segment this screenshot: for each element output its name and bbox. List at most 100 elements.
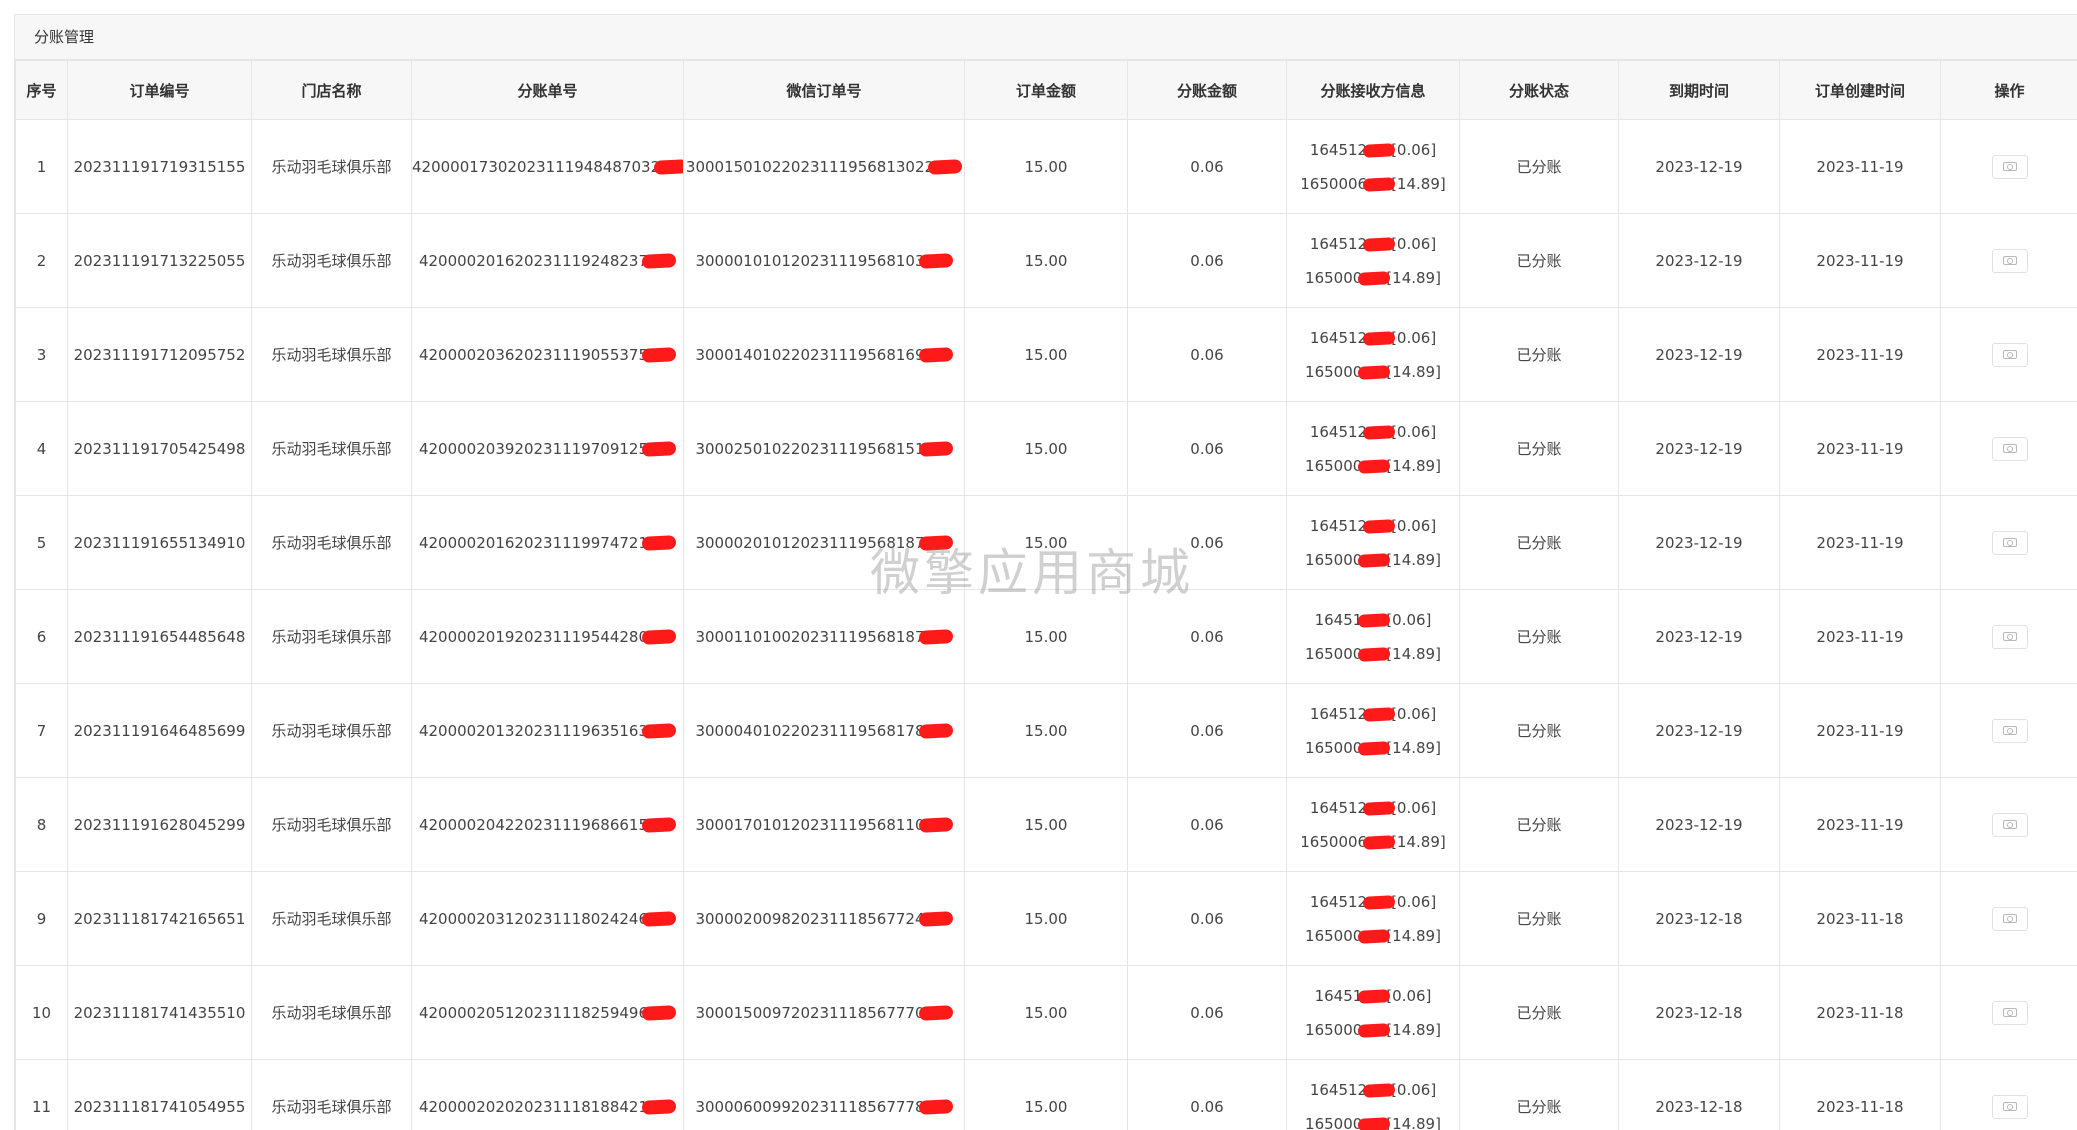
receiver-1-amount: [0.06] [1391,892,1437,911]
cell-receiver-info: 164512 [0.06] 165000 [14.89] [1286,401,1460,496]
receiver-2-id: 165000 [1305,738,1363,757]
receiver-1-amount: [0.06] [1391,140,1437,159]
cell-receiver-info: 164512 [0.06] 165000 [14.89] [1286,871,1460,966]
view-button[interactable] [1991,436,2028,461]
receiver-2-amount: [14.89] [1386,362,1441,381]
receiver-2-id: 165000 [1305,1114,1363,1130]
cell-order-no: 202311191646485699 [67,683,252,778]
view-button[interactable] [1991,248,2028,273]
cell-created-time: 2023-11-18 [1779,965,1941,1060]
cell-split-amount: 0.06 [1127,307,1287,402]
view-button[interactable] [1991,624,2028,649]
cell-wechat-no: 300002009820231118567724 [683,871,965,966]
col-header-split-no: 分账单号 [411,60,684,120]
redaction-mark [918,1005,953,1021]
redaction-mark [641,911,677,927]
page: 分账管理 序号 订单编号 门店名称 分账单号 微信订单号 订单金额 分账金额 分… [0,0,2077,1130]
receiver-1-amount: [0.06] [1391,422,1437,441]
receiver-line-2: 165000 [14.89] [1288,1013,1459,1047]
receiver-line-1: 164512 [0.06] [1288,227,1459,261]
view-button[interactable] [1991,342,2028,367]
cell-receiver-info: 164512 [0.06] 165000 [14.89] [1286,307,1460,402]
wechat-no-text: 300001010120231119568103 [695,251,925,270]
redaction-mark [918,535,953,551]
cell-split-amount: 0.06 [1127,965,1287,1060]
view-eye-icon [2002,819,2017,829]
cell-wechat-no: 300006009920231118567778 [683,1059,965,1130]
split-no-text: 420000203920231119709125 [418,439,649,458]
cell-order-amount: 15.00 [964,683,1128,778]
cell-index: 4 [15,401,68,496]
cell-expire-time: 2023-12-18 [1618,1059,1780,1130]
receiver-1-id: 164512 [1309,328,1368,347]
cell-index: 8 [15,777,68,872]
redaction-mark [1362,142,1396,158]
cell-index: 5 [15,495,68,590]
cell-order-amount: 15.00 [964,777,1128,872]
redaction-mark [918,441,953,457]
split-no-text: 420000203620231119055375 [418,345,649,364]
view-button[interactable] [1991,812,2028,837]
cell-split-status: 已分账 [1459,683,1619,778]
redaction-mark [1362,236,1396,252]
view-button[interactable] [1991,1000,2028,1025]
cell-split-no: 420000201620231119248237 [411,213,684,308]
col-header-order-amount: 订单金额 [964,60,1128,120]
cell-expire-time: 2023-12-19 [1618,777,1780,872]
receiver-2-id: 165000 [1305,268,1363,287]
redaction-mark [1357,270,1391,286]
cell-order-amount: 15.00 [964,871,1128,966]
cell-operation [1940,589,2077,684]
redaction-mark [641,347,677,363]
cell-order-no: 202311191628045299 [67,777,252,872]
cell-expire-time: 2023-12-19 [1618,213,1780,308]
receiver-1-amount: [0.06] [1386,610,1432,629]
redaction-mark [1362,706,1396,722]
table-row: 6 202311191654485648 乐动羽毛球俱乐部 4200002019202… [15,589,2077,684]
table-header-row: 序号 订单编号 门店名称 分账单号 微信订单号 订单金额 分账金额 分账接收方信… [15,60,2077,120]
cell-wechat-no: 300011010020231119568187 [683,589,965,684]
receiver-1-id: 164512 [1309,516,1368,535]
panel-title: 分账管理 [15,15,2077,60]
cell-wechat-no: 300014010220231119568169 [683,307,965,402]
view-button[interactable] [1991,906,2028,931]
cell-split-no: 42000017302023111948487032 [411,119,684,214]
cell-split-amount: 0.06 [1127,589,1287,684]
split-no-text: 420000201620231119248237 [418,251,649,270]
receiver-line-1: 164512 [0.06] [1288,697,1459,731]
receiver-1-id: 164512 [1309,892,1368,911]
table-row: 3 202311191712095752 乐动羽毛球俱乐部 4200002036202… [15,307,2077,402]
cell-split-status: 已分账 [1459,401,1619,496]
cell-order-amount: 15.00 [964,119,1128,214]
receiver-2-amount: [14.89] [1386,456,1441,475]
view-eye-icon [2002,537,2017,547]
wechat-no-text: 300015009720231118567770 [695,1003,925,1022]
wechat-no-text: 30001501022023111956813022 [685,157,935,176]
receiver-line-2: 165000 [14.89] [1288,355,1459,389]
view-eye-icon [2002,725,2017,735]
cell-receiver-info: 16451 [0.06] 165000 [14.89] [1286,589,1460,684]
cell-operation [1940,1059,2077,1130]
receiver-line-1: 164512 [0.06] [1288,1073,1459,1107]
view-button[interactable] [1991,530,2028,555]
receiver-line-1: 164512 [0.06] [1288,415,1459,449]
table-row: 4 202311191705425498 乐动羽毛球俱乐部 4200002039202… [15,401,2077,496]
view-button[interactable] [1991,1094,2028,1119]
receiver-2-amount: [14.89] [1386,268,1441,287]
cell-index: 11 [15,1059,68,1130]
cell-receiver-info: 164512 [0.06] 165000 [14.89] [1286,1059,1460,1130]
split-no-text: 420000201920231119544280 [418,627,649,646]
cell-split-amount: 0.06 [1127,495,1287,590]
receiver-2-id: 165000 [1305,550,1363,569]
col-header-split-status: 分账状态 [1459,60,1619,120]
redaction-mark [641,535,677,551]
cell-split-no: 420000203120231118024246 [411,871,684,966]
view-button[interactable] [1991,154,2028,179]
redaction-mark [641,1005,677,1021]
wechat-no-text: 300006009920231118567778 [695,1097,925,1116]
cell-order-no: 202311181742165651 [67,871,252,966]
cell-store: 乐动羽毛球俱乐部 [251,777,412,872]
view-button[interactable] [1991,718,2028,743]
cell-operation [1940,213,2077,308]
receiver-1-id: 164512 [1309,704,1368,723]
